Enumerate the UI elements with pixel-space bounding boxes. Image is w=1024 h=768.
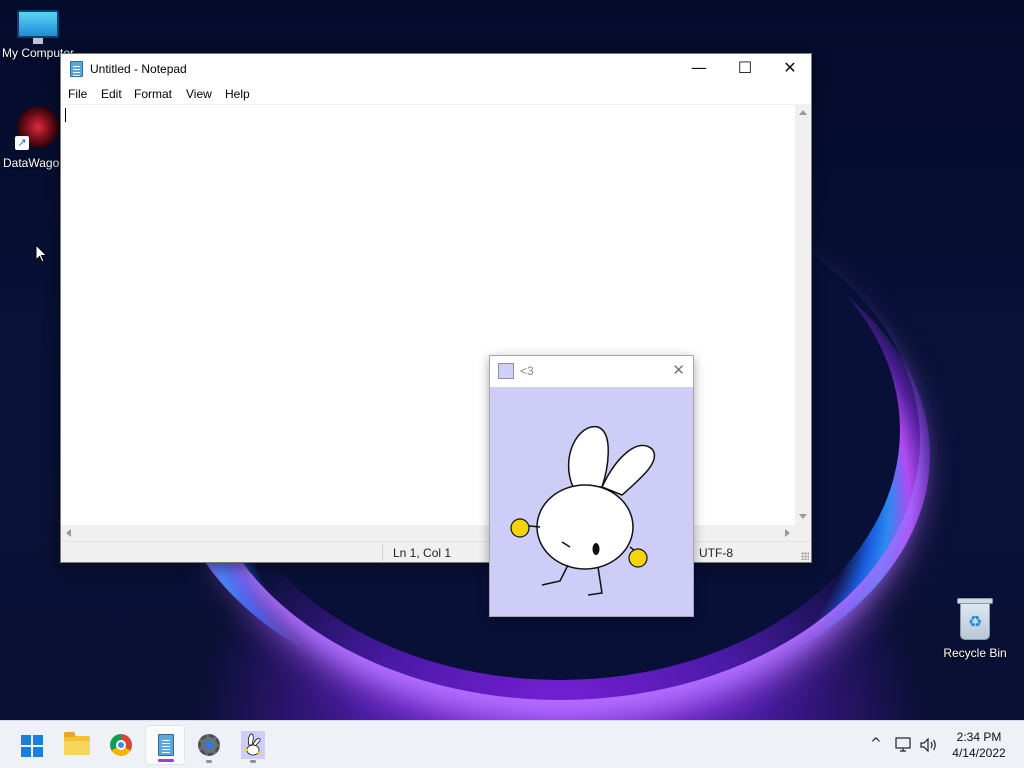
clock[interactable]: 2:34 PM 4/14/2022 xyxy=(946,729,1012,761)
start-button[interactable] xyxy=(12,725,52,765)
notepad-window: Untitled - Notepad — ☐ ✕ File Edit Forma… xyxy=(60,53,812,563)
gear-icon xyxy=(198,734,220,756)
windows-logo-icon xyxy=(21,735,43,757)
resize-grip-icon[interactable] xyxy=(801,552,809,560)
vertical-scrollbar[interactable] xyxy=(795,104,811,525)
scroll-down-arrow-icon[interactable] xyxy=(799,514,807,519)
close-button[interactable]: ✕ xyxy=(767,54,813,84)
menu-file[interactable]: File xyxy=(68,87,87,101)
menu-view[interactable]: View xyxy=(186,87,212,101)
menu-bar: File Edit Format View Help xyxy=(61,84,811,104)
pet-titlebar[interactable]: <3 ✕ xyxy=(490,356,693,386)
bunny-character-icon xyxy=(510,426,656,596)
folder-icon xyxy=(64,732,90,755)
recycle-bin-icon: ♻ xyxy=(956,596,994,640)
network-icon[interactable] xyxy=(895,737,913,753)
pet-canvas[interactable] xyxy=(490,387,693,616)
cursor-position: Ln 1, Col 1 xyxy=(393,546,452,560)
bunny-app-icon xyxy=(498,363,514,379)
status-bar: Ln 1, Col 1 UTF-8 xyxy=(61,541,811,562)
notepad-icon xyxy=(158,734,174,756)
menu-help[interactable]: Help xyxy=(225,87,250,101)
clock-date: 4/14/2022 xyxy=(952,746,1006,760)
running-indicator xyxy=(206,760,212,763)
menu-edit[interactable]: Edit xyxy=(101,87,122,101)
pet-window-title: <3 xyxy=(520,364,534,378)
taskbar-chrome[interactable] xyxy=(101,725,141,765)
active-indicator xyxy=(158,759,174,762)
notepad-titlebar[interactable]: Untitled - Notepad — ☐ ✕ xyxy=(61,54,811,84)
encoding-status: UTF-8 xyxy=(699,546,733,560)
bunny-icon xyxy=(241,731,265,759)
shortcut-arrow-icon: ↗ xyxy=(15,136,29,150)
datawagon-icon: ↗ xyxy=(15,104,61,150)
minimize-button[interactable]: — xyxy=(676,54,722,84)
desktop-icon-label: Recycle Bin xyxy=(943,646,1007,660)
maximize-button[interactable]: ☐ xyxy=(722,54,768,84)
tray-overflow-chevron-icon[interactable]: ^ xyxy=(870,736,882,752)
scroll-left-arrow-icon[interactable] xyxy=(66,529,71,537)
window-title: Untitled - Notepad xyxy=(90,62,187,76)
volume-icon[interactable] xyxy=(919,737,939,753)
running-indicator xyxy=(250,760,256,763)
clock-time: 2:34 PM xyxy=(956,730,1002,744)
menu-format[interactable]: Format xyxy=(134,87,172,101)
taskbar-file-explorer[interactable] xyxy=(57,725,97,765)
taskbar-notepad[interactable] xyxy=(145,725,185,765)
taskbar-desktop-pet[interactable] xyxy=(233,725,273,765)
pet-window: <3 ✕ xyxy=(489,355,694,617)
scrollbar-corner xyxy=(795,525,811,541)
taskbar-settings[interactable] xyxy=(189,725,229,765)
scroll-right-arrow-icon[interactable] xyxy=(785,529,790,537)
chrome-icon xyxy=(110,734,132,756)
desktop-icon-recycle-bin[interactable]: ♻ Recycle Bin xyxy=(937,596,1013,660)
monitor-icon xyxy=(17,10,59,44)
scroll-up-arrow-icon[interactable] xyxy=(799,110,807,115)
taskbar: ^ 2:34 PM 4/14/2022 xyxy=(0,720,1024,768)
notepad-app-icon xyxy=(70,61,83,77)
status-separator xyxy=(382,544,383,561)
pet-close-button[interactable]: ✕ xyxy=(672,361,685,379)
